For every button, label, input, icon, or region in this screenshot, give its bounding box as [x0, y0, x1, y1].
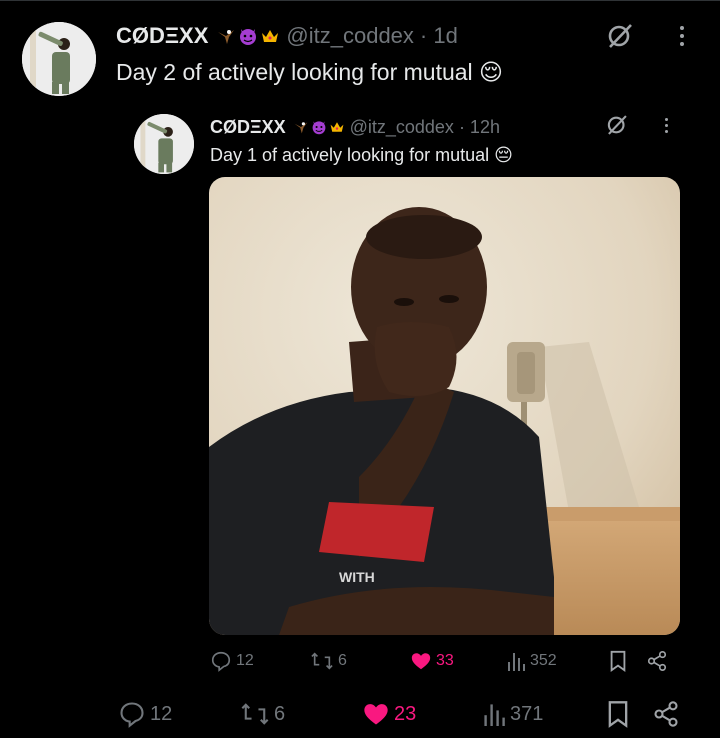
- grok-icon[interactable]: [604, 20, 636, 52]
- avatar-image: [22, 22, 96, 96]
- views-icon: [484, 704, 505, 726]
- outer-views-button[interactable]: 371: [482, 700, 543, 728]
- reply-icon: [120, 702, 144, 728]
- shirt-print-text: WITH: [339, 569, 375, 585]
- more-dots-icon[interactable]: [665, 118, 668, 133]
- repost-icon: [311, 652, 333, 670]
- quoted-display-name[interactable]: CØDΞXX: [210, 117, 286, 138]
- outer-post-text: Day 2 of actively looking for mutual 😌: [116, 59, 504, 85]
- outer-bookmark-button[interactable]: [606, 700, 630, 734]
- quoted-post-photo[interactable]: WITH: [209, 177, 680, 635]
- outer-avatar[interactable]: [22, 22, 96, 96]
- quoted-time[interactable]: · 12h: [459, 117, 500, 138]
- eagle-emoji-icon: [294, 122, 308, 134]
- outer-share-button[interactable]: [652, 700, 680, 734]
- quoted-views-button[interactable]: 352: [506, 650, 557, 672]
- quoted-actions: 12 6 33 352: [210, 650, 680, 674]
- views-icon: [508, 653, 525, 671]
- outer-post: CØDΞXX @itz_coddex · 1d Day 2 of activel…: [0, 0, 720, 738]
- outer-views-count: 371: [510, 702, 544, 725]
- quoted-repost-count: 6: [338, 652, 347, 669]
- quoted-bookmark-button[interactable]: [608, 650, 628, 677]
- devil-emoji-icon: [240, 29, 257, 45]
- bookmark-icon: [610, 650, 626, 672]
- grok-icon[interactable]: [604, 112, 630, 138]
- crown-emoji-icon: [330, 122, 344, 132]
- outer-repost-button[interactable]: 6: [240, 700, 285, 728]
- devil-emoji-icon: [312, 121, 326, 135]
- quoted-views-count: 352: [530, 652, 557, 669]
- share-icon: [647, 651, 667, 671]
- quoted-handle[interactable]: @itz_coddex: [350, 117, 454, 138]
- quoted-post[interactable]: CØDΞXX @itz_coddex · 12h Day 1 of active…: [120, 100, 700, 700]
- name-emojis: [216, 26, 280, 46]
- outer-actions: 12 6 23 371: [118, 700, 688, 730]
- outer-like-count: 23: [394, 702, 417, 725]
- eagle-emoji-icon: [218, 30, 235, 44]
- outer-time[interactable]: · 1d: [420, 23, 458, 49]
- name-emojis: [293, 119, 345, 135]
- reply-icon: [211, 651, 231, 672]
- quoted-reply-button[interactable]: 12: [210, 650, 254, 672]
- crown-emoji-icon: [262, 30, 279, 42]
- avatar-image: [134, 114, 194, 174]
- quoted-avatar[interactable]: [134, 114, 194, 174]
- photo-image: WITH: [209, 177, 680, 635]
- outer-display-name[interactable]: CØDΞXX: [116, 23, 208, 49]
- quoted-repost-button[interactable]: 6: [310, 650, 347, 672]
- outer-like-button[interactable]: 23: [362, 700, 416, 728]
- like-icon: [364, 704, 388, 725]
- bookmark-icon: [608, 701, 628, 728]
- quoted-share-button[interactable]: [646, 650, 668, 677]
- quoted-like-count: 33: [436, 652, 454, 669]
- outer-repost-count: 6: [274, 702, 286, 725]
- outer-reply-count: 12: [150, 702, 173, 725]
- repost-icon: [241, 703, 269, 725]
- divider: [0, 0, 720, 1]
- share-icon: [654, 701, 678, 727]
- quoted-post-text: Day 1 of actively looking for mutual 😔: [210, 145, 513, 165]
- outer-reply-button[interactable]: 12: [118, 700, 172, 728]
- quoted-like-button[interactable]: 33: [410, 650, 454, 672]
- more-dots-icon[interactable]: [680, 26, 684, 46]
- quoted-reply-count: 12: [236, 652, 254, 669]
- like-icon: [411, 653, 431, 670]
- outer-handle[interactable]: @itz_coddex: [286, 23, 414, 49]
